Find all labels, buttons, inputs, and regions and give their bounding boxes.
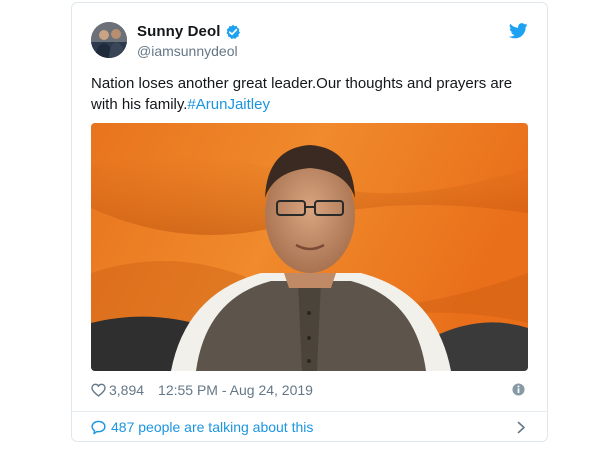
like-button[interactable]: 3,894 <box>91 382 144 398</box>
chevron-right-icon <box>517 421 526 434</box>
author-handle[interactable]: @iamsunnydeol <box>137 43 238 59</box>
verified-badge-icon <box>225 24 241 40</box>
avatar-image <box>91 22 127 58</box>
info-icon[interactable] <box>512 383 525 396</box>
tweet-text: Nation loses another great leader.Our th… <box>91 73 531 115</box>
conversation-link[interactable]: 487 people are talking about this <box>91 412 528 442</box>
tweet-card: Sunny Deol @iamsunnydeol Nation loses an… <box>71 2 548 442</box>
tweet-photo[interactable] <box>91 123 528 371</box>
tweet-meta-row: 3,894 12:55 PM - Aug 24, 2019 <box>91 379 528 401</box>
author-display-name[interactable]: Sunny Deol <box>137 23 221 40</box>
author-avatar[interactable] <box>91 22 127 58</box>
talking-count-text: 487 people are talking about this <box>111 419 314 435</box>
tweet-timestamp[interactable]: 12:55 PM - Aug 24, 2019 <box>158 382 313 398</box>
heart-icon <box>91 383 106 397</box>
photo-image <box>91 123 528 371</box>
hashtag-link[interactable]: #ArunJaitley <box>187 96 270 113</box>
twitter-bird-icon[interactable] <box>508 23 528 39</box>
tweet-body: Nation loses another great leader.Our th… <box>91 75 513 113</box>
speech-bubble-icon <box>91 420 106 435</box>
author-name-row: Sunny Deol <box>137 23 241 40</box>
like-count: 3,894 <box>109 382 145 398</box>
